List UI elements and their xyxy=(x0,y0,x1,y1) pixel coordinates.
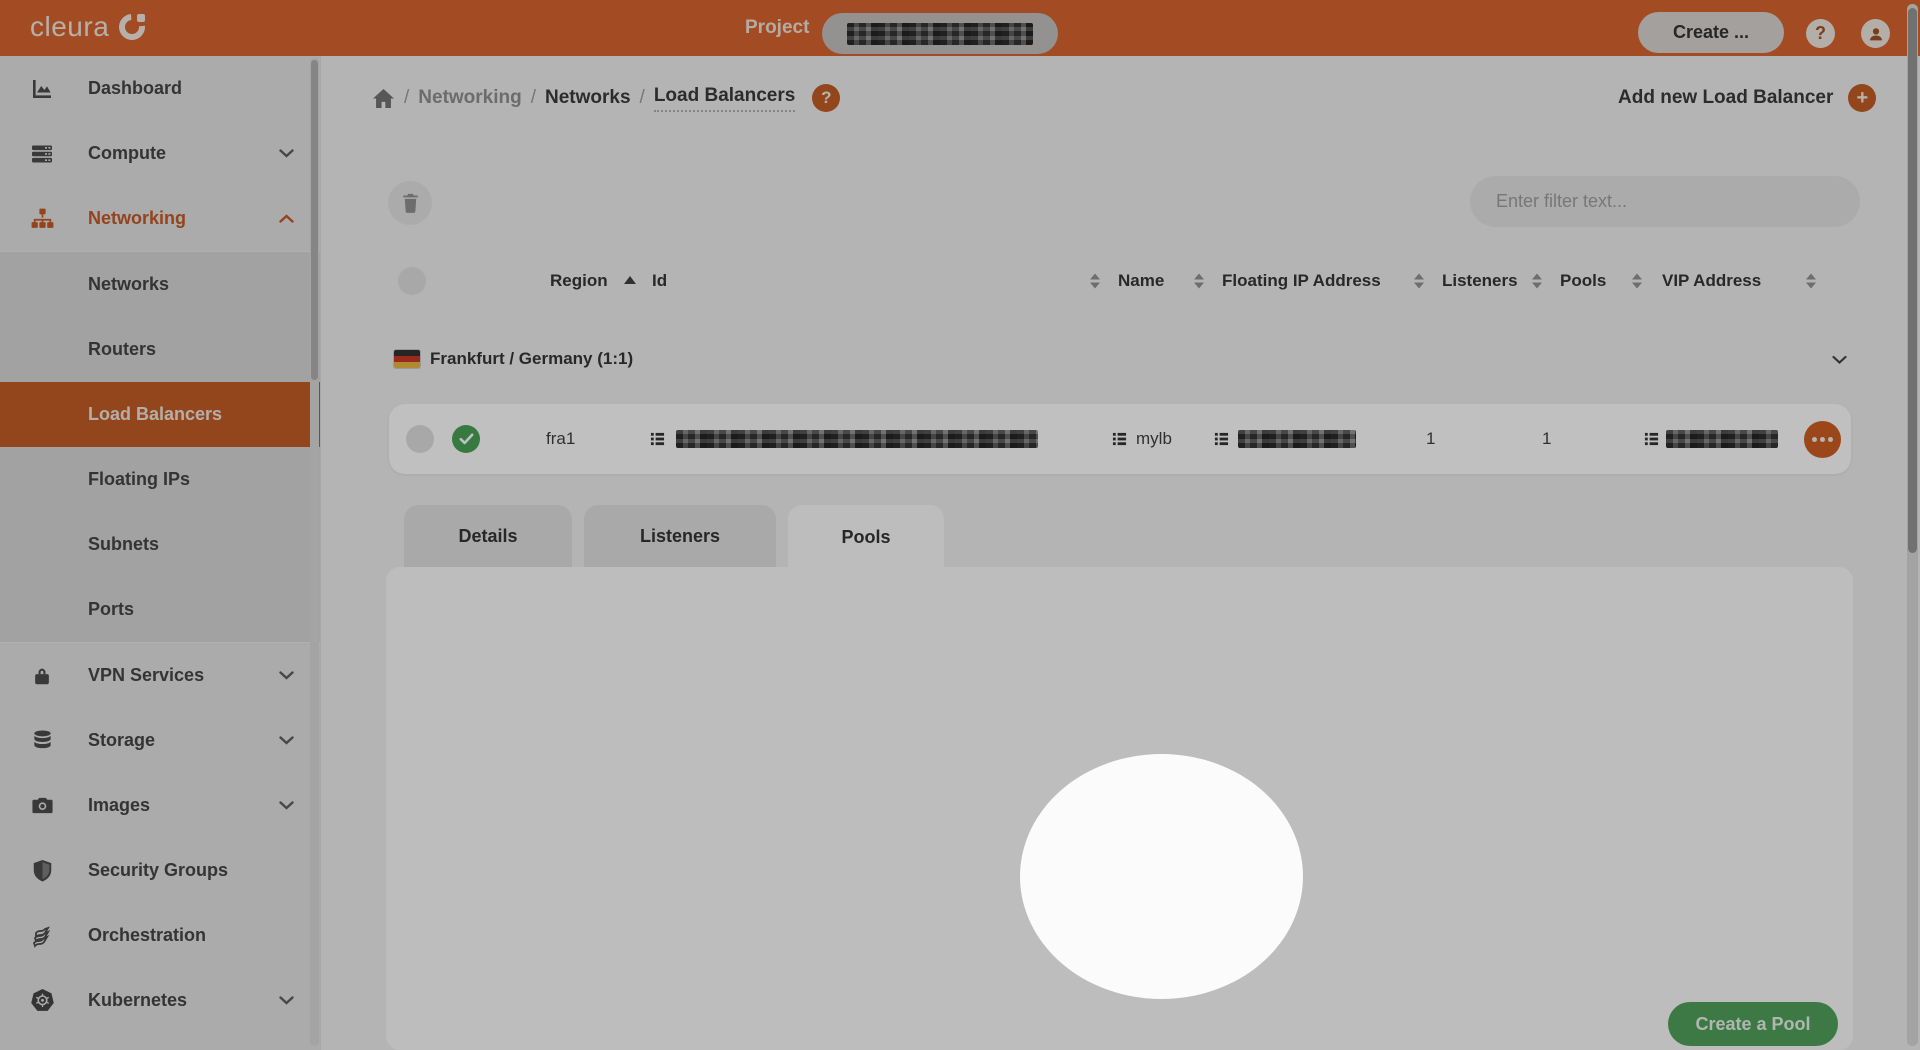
kubernetes-icon xyxy=(26,988,58,1013)
select-all-checkbox[interactable] xyxy=(398,267,426,295)
col-header-region[interactable]: Region xyxy=(550,271,608,291)
sidebar-item-ports[interactable]: Ports xyxy=(0,577,320,642)
tab-listeners[interactable]: Listeners xyxy=(584,505,776,567)
sidebar-item-load-balancers[interactable]: Load Balancers xyxy=(0,382,320,447)
sort-asc-icon xyxy=(624,276,636,284)
col-header-floating-ip[interactable]: Floating IP Address xyxy=(1222,271,1381,291)
project-selector[interactable] xyxy=(822,13,1058,54)
database-icon xyxy=(26,729,58,752)
sort-icons[interactable] xyxy=(1090,274,1100,289)
shield-icon xyxy=(26,859,58,882)
copy-list-icon[interactable] xyxy=(1644,432,1659,447)
cleura-logo[interactable]: cleura xyxy=(30,11,145,43)
col-header-pools[interactable]: Pools xyxy=(1560,271,1606,291)
sidebar-item-orchestration[interactable]: Orchestration xyxy=(0,903,320,968)
cleura-logo-icon xyxy=(119,14,145,40)
redacted-vip-address xyxy=(1666,430,1778,448)
create-pool-button[interactable]: Create a Pool xyxy=(1668,1002,1838,1046)
user-account-icon[interactable] xyxy=(1861,19,1890,48)
sidebar-item-vpn-services[interactable]: VPN Services xyxy=(0,643,320,708)
col-header-listeners[interactable]: Listeners xyxy=(1442,271,1518,291)
plus-icon: + xyxy=(1848,84,1876,112)
filter-input[interactable] xyxy=(1470,176,1860,227)
lb-pools-count: 1 xyxy=(1542,429,1551,449)
pools-panel xyxy=(386,567,1853,1050)
sidebar-scrollbar[interactable] xyxy=(310,58,319,1046)
tab-pools[interactable]: Pools xyxy=(788,505,944,569)
sort-icons[interactable] xyxy=(1632,274,1642,289)
redacted-project-name xyxy=(847,23,1033,45)
sidebar-item-security-groups[interactable]: Security Groups xyxy=(0,838,320,903)
page-help-icon[interactable]: ? xyxy=(812,84,840,112)
lb-region-value: fra1 xyxy=(546,429,575,449)
help-icon[interactable]: ? xyxy=(1806,19,1835,48)
sidebar-item-subnets[interactable]: Subnets xyxy=(0,512,320,577)
sidebar-item-compute[interactable]: Compute xyxy=(0,121,320,186)
germany-flag-icon xyxy=(394,350,420,368)
sidebar-nav: Dashboard Compute Networking Networks xyxy=(0,56,320,1050)
layers-waves-icon xyxy=(26,924,58,948)
status-ok-icon xyxy=(452,425,480,453)
col-header-vip[interactable]: VIP Address xyxy=(1662,271,1761,291)
col-header-id[interactable]: Id xyxy=(652,271,667,291)
region-group-label: Frankfurt / Germany (1:1) xyxy=(430,349,633,369)
camera-icon xyxy=(26,794,58,817)
sort-icons[interactable] xyxy=(1532,274,1542,289)
copy-list-icon[interactable] xyxy=(1112,432,1127,447)
sort-icons[interactable] xyxy=(1414,274,1424,289)
breadcrumb-section[interactable]: Networking xyxy=(418,87,521,109)
brand-name: cleura xyxy=(30,11,109,43)
sidebar-item-networking[interactable]: Networking xyxy=(0,186,320,251)
bulk-delete-button[interactable] xyxy=(388,181,432,225)
project-label: Project xyxy=(745,0,809,56)
sort-icons[interactable] xyxy=(1194,274,1204,289)
col-header-name[interactable]: Name xyxy=(1118,271,1164,291)
row-checkbox[interactable] xyxy=(406,425,434,453)
chevron-down-icon xyxy=(279,996,294,1005)
add-load-balancer-button[interactable]: Add new Load Balancer + xyxy=(1618,84,1876,112)
sidebar-item-floating-ips[interactable]: Floating IPs xyxy=(0,447,320,512)
top-bar: cleura Project Create ... ? xyxy=(0,0,1920,56)
copy-list-icon[interactable] xyxy=(1214,432,1229,447)
servers-icon xyxy=(26,142,58,166)
copy-list-icon[interactable] xyxy=(650,432,665,447)
app-root: cleura Project Create ... ? Dashboard xyxy=(0,0,1920,1050)
sort-icons[interactable] xyxy=(1806,274,1816,289)
home-icon[interactable] xyxy=(372,88,395,109)
chevron-down-icon xyxy=(279,149,294,158)
page-scrollbar[interactable] xyxy=(1907,4,1918,1046)
breadcrumb-group[interactable]: Networks xyxy=(545,87,631,109)
lb-name-value: mylb xyxy=(1136,429,1172,449)
chevron-up-icon xyxy=(279,214,294,223)
collapse-group-chevron-icon[interactable] xyxy=(1832,352,1847,370)
sidebar-item-kubernetes[interactable]: Kubernetes xyxy=(0,968,320,1033)
chevron-down-icon xyxy=(279,801,294,810)
lock-icon xyxy=(26,665,58,687)
breadcrumb-current[interactable]: Load Balancers xyxy=(654,85,796,112)
person-icon xyxy=(1867,25,1885,43)
redacted-floating-ip xyxy=(1238,430,1356,448)
sidebar-item-images[interactable]: Images xyxy=(0,773,320,838)
tab-details[interactable]: Details xyxy=(404,505,572,567)
breadcrumb: / Networking / Networks / Load Balancers… xyxy=(372,84,840,112)
chevron-down-icon xyxy=(279,736,294,745)
lb-listeners-count: 1 xyxy=(1426,429,1435,449)
sidebar-item-networks[interactable]: Networks xyxy=(0,252,320,317)
sidebar-item-routers[interactable]: Routers xyxy=(0,317,320,382)
dashboard-chart-icon xyxy=(26,77,58,101)
networking-submenu: Networks Routers Load Balancers Floating… xyxy=(0,251,320,643)
sidebar-item-dashboard[interactable]: Dashboard xyxy=(0,56,320,121)
redacted-lb-id xyxy=(676,430,1038,448)
chevron-down-icon xyxy=(279,671,294,680)
sidebar-item-storage[interactable]: Storage xyxy=(0,708,320,773)
create-button[interactable]: Create ... xyxy=(1638,12,1784,53)
row-actions-menu-button[interactable] xyxy=(1804,421,1841,458)
trash-icon xyxy=(401,193,420,213)
network-sitemap-icon xyxy=(26,206,58,231)
